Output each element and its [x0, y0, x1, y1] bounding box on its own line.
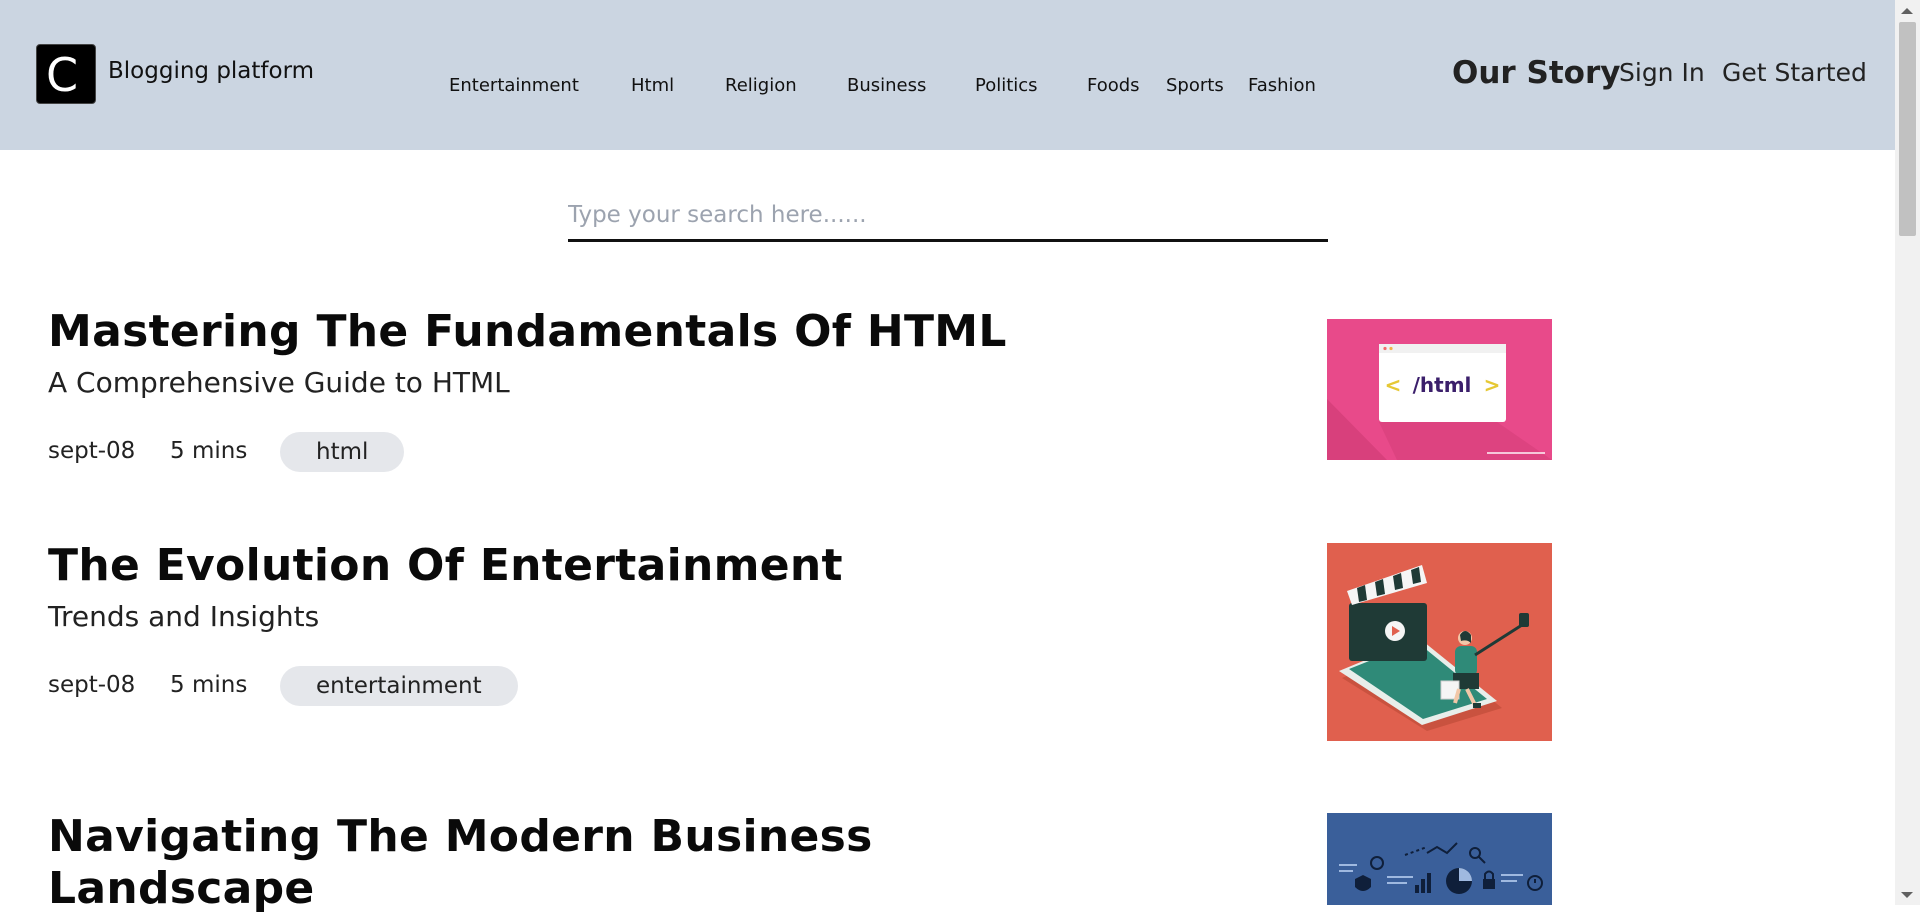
business-analytics-icon — [1327, 813, 1552, 905]
article-thumbnail[interactable] — [1327, 543, 1552, 741]
html-code-icon: /html < > — [1327, 319, 1552, 460]
article-thumbnail[interactable]: /html < > — [1327, 319, 1552, 460]
clapperboard-selfie-icon — [1327, 543, 1552, 741]
article-subtitle: A Comprehensive Guide to HTML — [48, 366, 510, 399]
article-title[interactable]: Navigating The Modern Business Landscape — [48, 811, 948, 915]
nav-item-sports[interactable]: Sports — [1166, 75, 1224, 96]
article-subtitle: Trends and Insights — [48, 600, 320, 633]
logo[interactable]: C — [36, 44, 96, 104]
search-input[interactable] — [568, 190, 1328, 242]
article-title[interactable]: The Evolution Of Entertainment — [48, 540, 843, 591]
scrollbar-thumb[interactable] — [1899, 22, 1916, 236]
article-read-time: 5 mins — [170, 672, 248, 698]
nav-item-business[interactable]: Business — [847, 75, 926, 96]
our-story-link[interactable]: Our Story — [1452, 55, 1620, 91]
scroll-down-arrow-icon[interactable] — [1901, 892, 1913, 898]
nav-item-religion[interactable]: Religion — [725, 75, 797, 96]
site-header: C Blogging platform Entertainment Html R… — [0, 0, 1895, 150]
article-thumbnail[interactable] — [1327, 813, 1552, 905]
logo-letter: C — [46, 48, 79, 102]
article-title[interactable]: Mastering The Fundamentals Of HTML — [48, 306, 1007, 357]
nav-item-html[interactable]: Html — [631, 75, 674, 96]
article-tag[interactable]: entertainment — [280, 666, 518, 706]
scroll-up-arrow-icon[interactable] — [1901, 8, 1913, 14]
article-read-time: 5 mins — [170, 438, 248, 464]
article-date: sept-08 — [48, 438, 136, 464]
sign-in-link[interactable]: Sign In — [1619, 58, 1705, 87]
nav-item-fashion[interactable]: Fashion — [1248, 75, 1316, 96]
nav-item-entertainment[interactable]: Entertainment — [449, 75, 579, 96]
get-started-link[interactable]: Get Started — [1722, 58, 1867, 87]
nav-item-politics[interactable]: Politics — [975, 75, 1038, 96]
brand-name[interactable]: Blogging platform — [108, 58, 314, 84]
svg-text:/html: /html — [1413, 373, 1472, 397]
article-date: sept-08 — [48, 672, 136, 698]
svg-text:>: > — [1484, 373, 1501, 397]
svg-text:<: < — [1385, 373, 1402, 397]
article-tag[interactable]: html — [280, 432, 405, 472]
nav-item-foods[interactable]: Foods — [1087, 75, 1140, 96]
